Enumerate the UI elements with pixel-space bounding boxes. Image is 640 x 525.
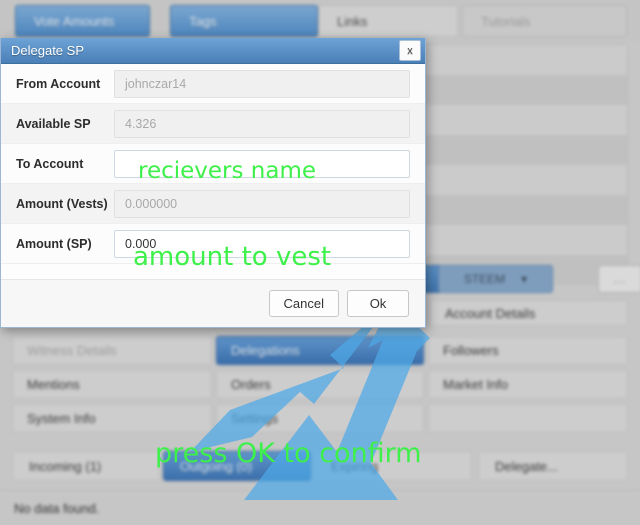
currency-label: STEEM (463, 272, 506, 286)
field-value: 4.326 (125, 116, 157, 131)
dialog-form: From Account johnczar14 Available SP 4.3… (1, 64, 425, 264)
field-row-available-sp: Available SP 4.326 (1, 104, 425, 144)
nav-market-info[interactable]: Market Info (428, 370, 628, 399)
tab-tags[interactable]: Tags (170, 5, 318, 37)
nav-label: Delegations (231, 343, 300, 358)
tab-label: Expiring (331, 458, 378, 474)
field-label: Amount (Vests) (16, 196, 108, 211)
status-bar: No data found. (0, 490, 640, 525)
nav-label: System Info (27, 411, 96, 426)
navigation-grid: Witness Details Delegations Followers Me… (0, 336, 640, 436)
close-label: x (407, 44, 413, 57)
field-row-from-account: From Account johnczar14 (1, 64, 425, 104)
nav-orders[interactable]: Orders (216, 370, 424, 399)
dialog-title-bar: Delegate SP x (1, 38, 425, 64)
field-label: Available SP (16, 116, 91, 131)
field-row-amount-sp: Amount (SP) 0.000 (1, 224, 425, 264)
cancel-button[interactable]: Cancel (268, 290, 339, 317)
nav-label: Orders (231, 377, 271, 392)
close-icon[interactable]: x (399, 40, 421, 61)
available-sp-input[interactable]: 4.326 (114, 109, 410, 138)
tab-label: Outgoing (0) (180, 458, 253, 474)
tab-label: Tutorials (481, 13, 531, 29)
field-row-amount-vests: Amount (Vests) 0.000000 (1, 184, 425, 224)
nav-delegations[interactable]: Delegations (216, 336, 424, 365)
field-value: 0.000000 (125, 196, 178, 211)
amount-vests-input[interactable]: 0.000000 (114, 189, 410, 218)
field-label: Amount (SP) (16, 236, 92, 251)
tab-label: Vote Amounts (34, 13, 115, 29)
application-window: Vote Amounts Tags Links Tutorials STEEM … (0, 0, 640, 525)
field-label: To Account (16, 156, 84, 171)
tab-vote-amounts[interactable]: Vote Amounts (15, 5, 150, 37)
tab-outgoing[interactable]: Outgoing (0) (163, 451, 311, 481)
account-details-label: Account Details (445, 305, 536, 321)
tab-expiring[interactable]: Expiring (314, 451, 472, 481)
nav-label: Settings (231, 411, 278, 426)
ok-label: Ok (369, 296, 387, 311)
from-account-input[interactable]: johnczar14 (114, 69, 410, 98)
cancel-label: Cancel (283, 296, 324, 311)
nav-mentions[interactable]: Mentions (12, 370, 212, 399)
ok-button[interactable]: Ok (347, 290, 409, 317)
top-tab-strip: Vote Amounts Tags Links Tutorials (0, 0, 640, 40)
currency-select[interactable]: STEEM ▾ (438, 265, 553, 293)
chevron-down-icon: ▾ (521, 272, 528, 286)
nav-label: Followers (443, 343, 499, 358)
tab-links[interactable]: Links (318, 5, 458, 37)
nav-label: Witness Details (27, 343, 117, 358)
delegation-tab-strip: Incoming (1) Outgoing (0) Expiring Deleg… (0, 446, 640, 486)
dialog-footer: Cancel Ok (1, 279, 425, 327)
tab-label: Incoming (1) (29, 458, 102, 474)
field-row-to-account: To Account (1, 144, 425, 184)
tab-tutorials[interactable]: Tutorials (462, 5, 627, 37)
delegate-sp-dialog: Delegate SP x From Account johnczar14 Av… (0, 38, 426, 328)
status-text: No data found. (14, 500, 100, 516)
nav-system-info[interactable]: System Info (12, 404, 212, 433)
tab-label: Links (337, 13, 368, 29)
more-options-button[interactable]: ... (598, 265, 640, 293)
more-options-label: ... (613, 272, 627, 286)
to-account-input[interactable] (114, 149, 410, 178)
nav-followers[interactable]: Followers (428, 336, 628, 365)
dialog-title: Delegate SP (11, 43, 84, 58)
nav-placeholder (428, 404, 628, 433)
tab-delegate[interactable]: Delegate... (478, 451, 628, 481)
account-details-button[interactable]: Account Details (430, 300, 628, 326)
nav-label: Mentions (27, 377, 80, 392)
nav-settings[interactable]: Settings (216, 404, 424, 433)
tab-label: Tags (189, 13, 217, 29)
tab-incoming[interactable]: Incoming (1) (12, 451, 160, 481)
field-value: johnczar14 (125, 76, 187, 91)
nav-label: Market Info (443, 377, 509, 392)
field-label: From Account (16, 76, 101, 91)
nav-witness-details[interactable]: Witness Details (12, 336, 212, 365)
tab-label: Delegate... (495, 458, 558, 474)
amount-sp-input[interactable]: 0.000 (114, 229, 410, 258)
field-value: 0.000 (125, 236, 157, 251)
